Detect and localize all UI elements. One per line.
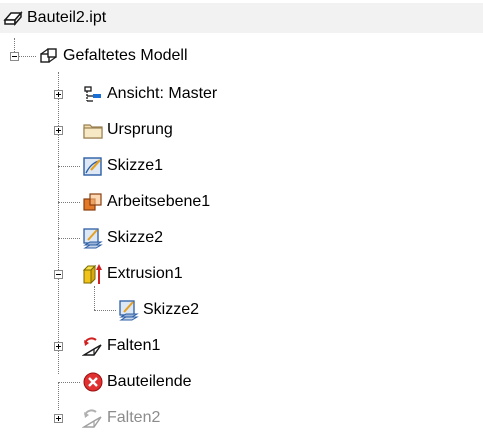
tree-connector bbox=[94, 286, 95, 310]
tree-item-label: Gefaltetes Modell bbox=[63, 47, 188, 64]
tree-connector bbox=[58, 382, 80, 383]
expand-toggle[interactable] bbox=[54, 414, 63, 423]
tree-item-end-of-part[interactable]: Bauteilende bbox=[82, 367, 192, 397]
tree-connector bbox=[58, 202, 80, 203]
tree-item-sketch2[interactable]: Skizze2 bbox=[82, 223, 163, 253]
tree-item-label: Ursprung bbox=[107, 121, 173, 138]
collapse-toggle[interactable] bbox=[10, 52, 19, 61]
expand-toggle[interactable] bbox=[54, 90, 63, 99]
tree-connector bbox=[58, 382, 59, 410]
tree-item-work-plane[interactable]: Arbeitsebene1 bbox=[82, 187, 210, 217]
collapse-toggle[interactable] bbox=[54, 270, 63, 279]
folder-icon bbox=[82, 119, 104, 141]
fold-icon bbox=[82, 335, 104, 357]
tree-item-label: Extrusion1 bbox=[107, 265, 183, 282]
tree-connector bbox=[58, 166, 80, 167]
tree-item-label: Falten2 bbox=[107, 409, 161, 426]
expand-toggle[interactable] bbox=[54, 342, 63, 351]
tree-item-label: Bauteil2.ipt bbox=[27, 9, 107, 26]
work-plane-icon bbox=[82, 191, 104, 213]
shared-sketch-icon bbox=[118, 299, 140, 321]
tree-connector bbox=[58, 238, 80, 239]
tree-item-label: Falten1 bbox=[107, 337, 161, 354]
tree-item-label: Skizze1 bbox=[107, 157, 164, 174]
tree-item-extrusion1[interactable]: Extrusion1 bbox=[82, 259, 183, 289]
tree-item-label: Skizze2 bbox=[143, 301, 200, 318]
end-of-part-icon bbox=[82, 371, 104, 393]
expand-toggle[interactable] bbox=[54, 126, 63, 135]
tree-connector bbox=[94, 310, 116, 311]
extrusion-icon bbox=[82, 263, 104, 285]
fold-suppressed-icon bbox=[82, 407, 104, 429]
tree-connector bbox=[58, 72, 59, 374]
tree-item-label: Ansicht: Master bbox=[107, 85, 218, 102]
tree-root-part[interactable]: Bauteil2.ipt bbox=[0, 3, 483, 33]
model-browser-tree: Bauteil2.ipt Gefaltetes Modell Ansicht: … bbox=[0, 0, 483, 439]
sketch-icon bbox=[82, 155, 104, 177]
shared-sketch-icon bbox=[82, 227, 104, 249]
view-rep-icon bbox=[82, 83, 104, 105]
part-file-icon bbox=[2, 7, 24, 29]
tree-item-view-rep[interactable]: Ansicht: Master bbox=[82, 79, 217, 109]
tree-item-label: Skizze2 bbox=[107, 229, 164, 246]
tree-item-label: Arbeitsebene1 bbox=[107, 193, 211, 210]
tree-item-sketch2-child[interactable]: Skizze2 bbox=[118, 295, 199, 325]
tree-item-folded-model[interactable]: Gefaltetes Modell bbox=[38, 41, 188, 71]
tree-item-label: Bauteilende bbox=[107, 373, 192, 390]
tree-item-fold1[interactable]: Falten1 bbox=[82, 331, 160, 361]
folded-model-icon bbox=[38, 45, 60, 67]
tree-item-sketch1[interactable]: Skizze1 bbox=[82, 151, 163, 181]
tree-item-fold2[interactable]: Falten2 bbox=[82, 403, 160, 433]
tree-item-origin[interactable]: Ursprung bbox=[82, 115, 173, 145]
